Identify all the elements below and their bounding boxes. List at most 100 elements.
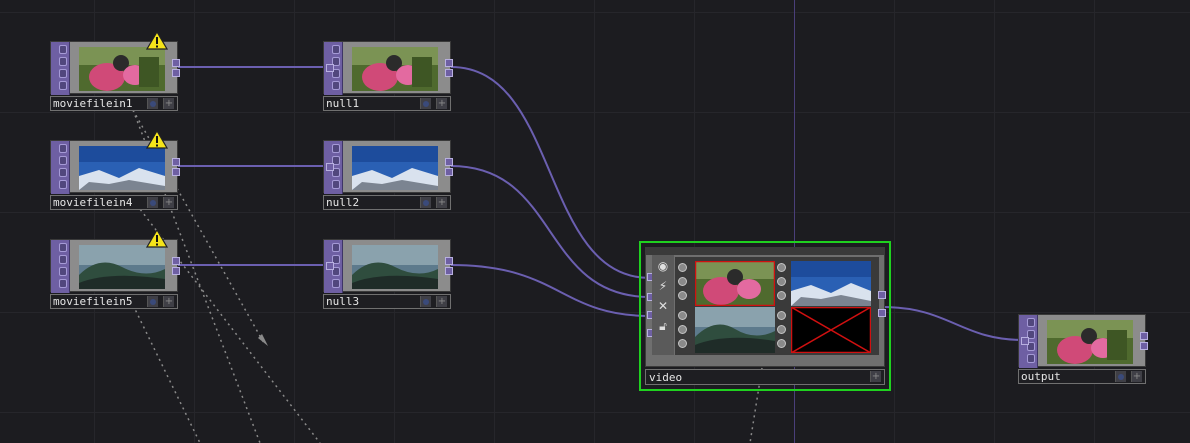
display-icon[interactable] [59,69,67,78]
cook-flag-icon[interactable] [420,197,431,208]
operator-video[interactable]: ◉ ⚡ ✕ 🔓︎ video + [639,241,891,391]
warning-icon[interactable] [146,130,168,149]
lock-icon[interactable] [59,81,67,90]
bypass-icon[interactable] [59,156,67,165]
operator-label-bar[interactable]: moviefilein4 + [50,195,178,210]
node-network-canvas[interactable]: moviefilein1 + moviefilein4 + moviefilei… [0,0,1190,443]
plus-icon[interactable]: + [163,98,174,109]
cook-flag-icon[interactable] [420,98,431,109]
viewer-toggle-icon[interactable] [332,45,340,54]
cook-flag-icon[interactable] [147,197,158,208]
input-bullet[interactable] [678,277,687,286]
input-bullet[interactable] [777,263,786,272]
operator-tile[interactable] [1018,314,1148,368]
operator-name[interactable]: output [1021,370,1061,383]
viewer-toggle-icon[interactable] [332,144,340,153]
plus-icon[interactable]: + [163,296,174,307]
operator-name[interactable]: moviefilein4 [53,196,132,209]
lock-icon[interactable] [332,81,340,90]
input-bullet[interactable] [678,263,687,272]
input-bullet[interactable] [678,291,687,300]
operator-name[interactable]: moviefilein5 [53,295,132,308]
input-connector[interactable] [326,262,334,270]
operator-tile[interactable] [323,239,453,293]
warning-icon[interactable] [146,229,168,248]
lock-icon[interactable] [59,180,67,189]
lock-icon[interactable] [59,279,67,288]
operator-name[interactable]: moviefilein1 [53,97,132,110]
operator-label-bar[interactable]: null3 + [323,294,451,309]
bypass-icon[interactable]: ⚡ [657,280,669,292]
operator-label-bar[interactable]: moviefilein5 + [50,294,178,309]
close-icon[interactable]: ✕ [657,300,669,312]
input-bullet[interactable] [678,325,687,334]
input-slot-3-thumbnail[interactable] [695,307,775,353]
output-connector[interactable] [172,168,180,176]
output-connector[interactable] [172,267,180,275]
warning-icon[interactable] [146,31,168,50]
operator-label-bar[interactable]: null2 + [323,195,451,210]
input-bullet[interactable] [777,339,786,348]
display-icon[interactable] [59,267,67,276]
output-connector[interactable] [445,257,453,265]
output-connector[interactable] [878,291,886,299]
plus-icon[interactable]: + [163,197,174,208]
bypass-icon[interactable] [59,255,67,264]
output-connector[interactable] [172,257,180,265]
input-connector[interactable] [1021,337,1029,345]
input-bullet[interactable] [678,339,687,348]
input-bullet[interactable] [777,277,786,286]
operator-label-bar[interactable]: moviefilein1 + [50,96,178,111]
input-connector[interactable] [326,64,334,72]
output-connector[interactable] [172,158,180,166]
lock-icon[interactable]: 🔓︎ [657,320,669,332]
cook-flag-icon[interactable] [147,296,158,307]
input-bullet[interactable] [777,311,786,320]
plus-icon[interactable]: + [436,296,447,307]
output-connector[interactable] [878,309,886,317]
operator-name[interactable]: null3 [326,295,359,308]
output-connector[interactable] [172,69,180,77]
lock-icon[interactable] [1027,354,1035,363]
viewer-toggle-icon[interactable] [332,243,340,252]
operator-name[interactable]: null1 [326,97,359,110]
input-slot-2-thumbnail[interactable] [791,261,871,306]
viewer-toggle-icon[interactable] [59,243,67,252]
output-connector[interactable] [172,59,180,67]
output-connector[interactable] [445,59,453,67]
output-connector[interactable] [445,168,453,176]
input-bullet[interactable] [777,325,786,334]
input-bullet[interactable] [777,291,786,300]
output-connector[interactable] [1140,332,1148,340]
output-connector[interactable] [445,267,453,275]
cook-flag-icon[interactable] [1115,371,1126,382]
operator-label-bar[interactable]: null1 + [323,96,451,111]
operator-tile[interactable] [323,41,453,95]
lock-icon[interactable] [332,180,340,189]
input-slot-1-thumbnail[interactable] [695,261,775,306]
plus-icon[interactable]: + [436,98,447,109]
output-connector[interactable] [445,158,453,166]
cook-flag-icon[interactable] [147,98,158,109]
viewer-toggle-icon[interactable]: ◉ [657,260,669,272]
viewer-toggle-icon[interactable] [59,45,67,54]
operator-tile[interactable] [323,140,453,194]
input-bullet[interactable] [678,311,687,320]
output-connector[interactable] [445,69,453,77]
cook-flag-icon[interactable] [420,296,431,307]
viewer-toggle-icon[interactable] [1027,318,1035,327]
bypass-icon[interactable] [59,57,67,66]
input-slot-4-empty[interactable] [791,307,871,353]
operator-name[interactable]: null2 [326,196,359,209]
operator-label-bar[interactable]: video + [645,369,885,385]
operator-label-bar[interactable]: output + [1018,369,1146,384]
operator-name[interactable]: video [649,371,682,384]
plus-icon[interactable]: + [1131,371,1142,382]
plus-icon[interactable]: + [870,371,881,382]
input-connector[interactable] [326,163,334,171]
viewer-toggle-icon[interactable] [59,144,67,153]
lock-icon[interactable] [332,279,340,288]
plus-icon[interactable]: + [436,197,447,208]
display-icon[interactable] [59,168,67,177]
output-connector[interactable] [1140,342,1148,350]
